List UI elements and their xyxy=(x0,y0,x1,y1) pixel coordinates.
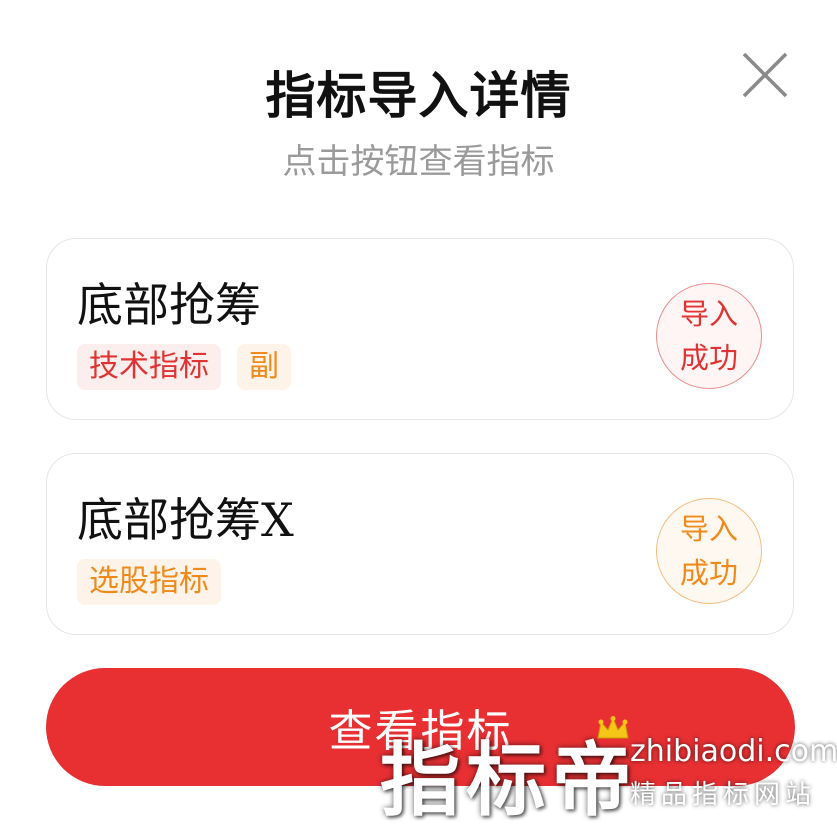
indicator-name: 底部抢筹 xyxy=(77,278,261,332)
indicator-tags: 选股指标 xyxy=(77,559,221,605)
import-details-dialog: 指标导入详情 点击按钮查看指标 底部抢筹 技术指标 副 导入 成功 底部抢筹X … xyxy=(0,0,837,834)
view-indicators-button[interactable]: 查看指标 xyxy=(46,668,795,786)
import-success-badge: 导入 成功 xyxy=(656,283,762,389)
tag-technical-indicator: 技术指标 xyxy=(77,344,221,390)
close-icon[interactable] xyxy=(740,50,790,100)
indicator-tags: 技术指标 副 xyxy=(77,344,291,390)
indicator-card: 底部抢筹 技术指标 副 导入 成功 xyxy=(46,238,794,420)
indicator-card: 底部抢筹X 选股指标 导入 成功 xyxy=(46,453,794,635)
badge-line1: 导入 xyxy=(679,512,738,546)
dialog-title: 指标导入详情 xyxy=(265,67,572,125)
badge-line2: 成功 xyxy=(679,341,738,375)
tag-sub: 副 xyxy=(237,344,291,390)
dialog-subtitle: 点击按钮查看指标 xyxy=(282,142,555,182)
badge-line2: 成功 xyxy=(679,556,738,590)
import-success-badge: 导入 成功 xyxy=(656,498,762,604)
badge-line1: 导入 xyxy=(679,297,738,331)
indicator-name: 底部抢筹X xyxy=(77,493,294,547)
tag-stock-selection-indicator: 选股指标 xyxy=(77,559,221,605)
